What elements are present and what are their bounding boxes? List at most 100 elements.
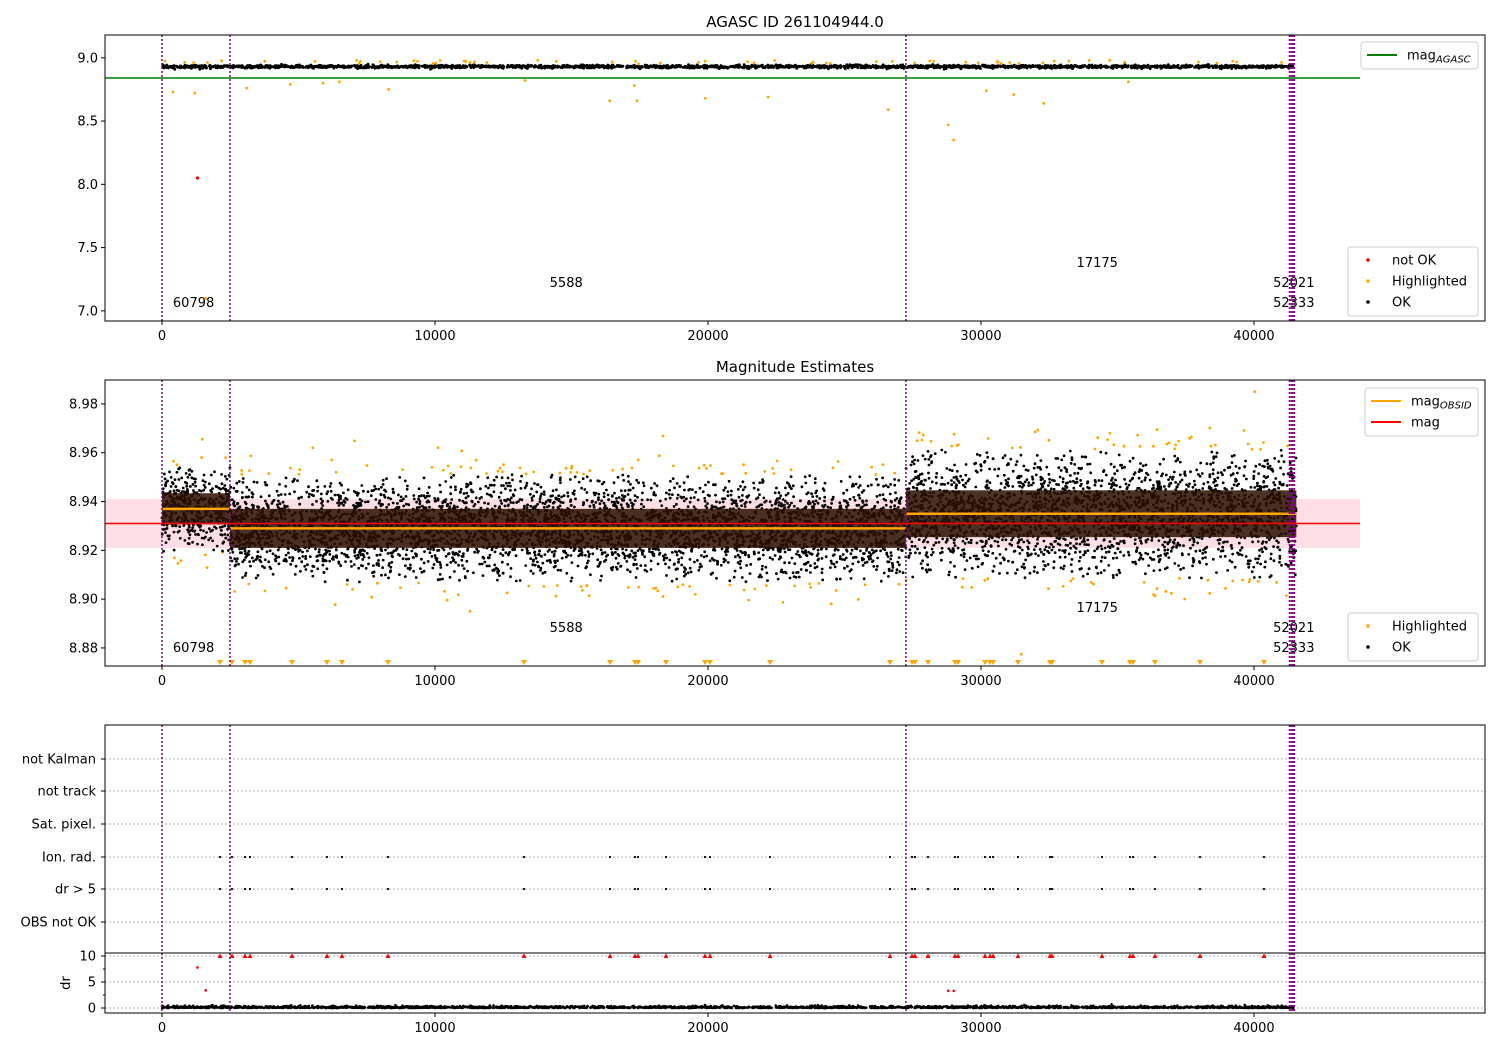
ok-point <box>386 552 390 555</box>
ok-point <box>712 558 715 562</box>
ok-point <box>496 66 500 70</box>
ok-point <box>365 551 369 555</box>
ok-point <box>870 483 873 487</box>
ok-point <box>1055 66 1059 70</box>
ok-point <box>258 65 261 69</box>
ok-point <box>315 555 319 558</box>
ok-point <box>542 490 546 494</box>
ok-point <box>1096 64 1099 68</box>
highlighted-point <box>462 59 466 63</box>
ok-point <box>667 566 671 569</box>
x-tick-label: 30000 <box>960 329 1001 344</box>
highlighted-point <box>459 465 463 469</box>
ok-point <box>277 66 280 69</box>
highlighted-point <box>1042 101 1046 105</box>
highlighted-point <box>1008 61 1012 64</box>
ok-point <box>501 548 505 551</box>
ok-point <box>251 495 254 499</box>
highlighted-point <box>985 89 988 93</box>
ok-point <box>387 496 390 500</box>
ok-point <box>465 485 468 489</box>
highlighted-point <box>417 581 420 585</box>
ok-point <box>781 498 785 501</box>
highlighted-point <box>395 60 399 64</box>
ok-point <box>563 65 567 69</box>
ok-point <box>561 66 564 70</box>
ok-point <box>311 503 314 506</box>
ok-point <box>748 500 752 504</box>
ok-point <box>683 488 686 492</box>
highlighted-point <box>436 446 440 450</box>
ok-point <box>600 65 604 68</box>
ok-point <box>1036 64 1040 68</box>
ok-point <box>1117 65 1121 68</box>
panel-agasc: 6079855881717552021523330 10000 20000 30000… <box>77 34 1486 344</box>
ok-point <box>175 470 179 474</box>
highlighted-point <box>825 61 828 65</box>
ok-point <box>809 571 812 574</box>
ok-point <box>211 539 215 543</box>
ok-point <box>461 66 464 69</box>
ok-point <box>510 473 514 477</box>
highlighted-point <box>775 459 779 463</box>
ok-point <box>848 497 852 501</box>
ok-point <box>694 490 698 494</box>
ok-point <box>1201 65 1205 68</box>
ok-point <box>595 65 599 68</box>
ok-point <box>888 65 892 69</box>
ok-point <box>395 65 398 69</box>
ok-point <box>621 64 625 68</box>
ok-point <box>893 478 896 481</box>
ok-point <box>259 495 263 499</box>
ok-point <box>748 65 752 69</box>
highlighted-point <box>247 582 251 586</box>
ok-point <box>237 64 241 68</box>
ok-point <box>573 505 576 509</box>
ok-point <box>1223 66 1226 69</box>
highlighted-point <box>946 123 950 127</box>
ok-point <box>738 556 742 559</box>
ok-point <box>307 495 311 499</box>
ok-point <box>438 573 442 576</box>
ok-point <box>1236 64 1240 68</box>
ok-point <box>886 555 890 558</box>
ok-point <box>211 65 214 68</box>
ok-point <box>705 554 709 558</box>
ok-point <box>166 65 169 69</box>
ok-point <box>780 568 784 572</box>
ok-point <box>350 565 353 568</box>
ok-point <box>739 566 743 570</box>
ok-point <box>1110 65 1114 69</box>
ok-point <box>187 468 191 472</box>
ok-point <box>1261 64 1265 67</box>
ok-point <box>724 486 727 490</box>
ok-point <box>573 475 577 479</box>
ok-point <box>832 65 836 69</box>
ok-point <box>871 64 875 67</box>
title-agasc-id: AGASC ID 261104944.0 <box>706 13 884 31</box>
ok-point <box>708 65 711 69</box>
ok-point <box>623 556 627 560</box>
ok-point <box>788 576 792 580</box>
ok-point <box>682 499 686 503</box>
ok-point <box>237 480 241 483</box>
ok-point <box>1278 64 1282 68</box>
highlighted-point <box>175 463 179 466</box>
ok-point <box>569 579 573 583</box>
ok-point <box>1193 66 1196 69</box>
highlighted-point <box>630 466 634 470</box>
ok-point <box>776 64 780 67</box>
ok-point <box>839 480 843 483</box>
ok-point <box>1092 65 1096 68</box>
ok-point <box>849 577 853 580</box>
ok-point <box>506 563 510 566</box>
ok-point <box>323 485 327 488</box>
ok-point <box>893 498 897 502</box>
ok-point <box>703 66 706 70</box>
highlighted-point <box>661 434 665 438</box>
ok-point <box>1061 64 1064 68</box>
highlighted-point <box>355 59 359 62</box>
ok-point <box>630 65 634 68</box>
ok-point <box>1242 65 1245 69</box>
highlighted-point <box>412 59 416 63</box>
